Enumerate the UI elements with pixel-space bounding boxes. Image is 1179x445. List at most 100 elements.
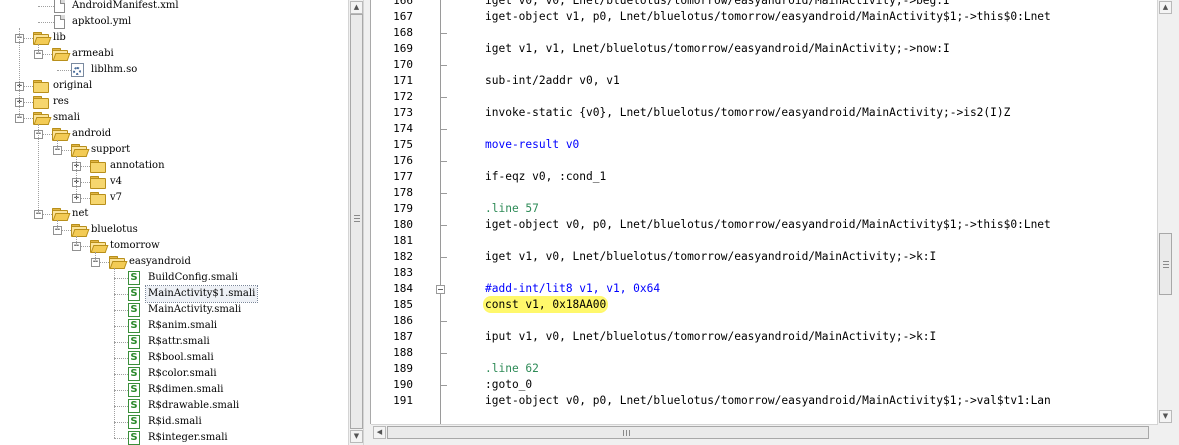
tree-node[interactable]: S R$bool.smali xyxy=(0,350,348,366)
tree-node[interactable]: S R$color.smali xyxy=(0,366,348,382)
tree-node-label[interactable]: liblhm.so xyxy=(89,62,139,78)
tree-node-label[interactable]: R$drawable.smali xyxy=(146,398,241,414)
tree-node[interactable]: S R$attr.smali xyxy=(0,334,348,350)
tree-node[interactable]: − bluelotus xyxy=(0,222,348,238)
tree-node[interactable]: − easyandroid xyxy=(0,254,348,270)
tree-node-label[interactable]: smali xyxy=(51,110,82,126)
code-line[interactable]: move-result v0 xyxy=(485,137,579,153)
tree-node-label[interactable]: v7 xyxy=(108,190,124,206)
tree-node-label[interactable]: AndroidManifest.xml xyxy=(70,0,181,14)
tree-node-label[interactable]: apktool.yml xyxy=(70,14,133,30)
tree-node-label[interactable]: lib xyxy=(51,30,68,46)
code-token: iget v0, v0, Lnet/bluelotus/tomorrow/eas… xyxy=(485,0,950,7)
code-line[interactable]: invoke-static {v0}, Lnet/bluelotus/tomor… xyxy=(485,105,1010,121)
code-editor[interactable]: 166 167 168 169 170 171 172 173 174 175 176 177 178 1… xyxy=(370,0,1159,424)
tree-node[interactable]: + original xyxy=(0,78,348,94)
tree-node-label[interactable]: res xyxy=(51,94,71,110)
scroll-down-arrow-icon[interactable]: ▼ xyxy=(350,430,363,443)
editor-scroll-up-icon[interactable]: ▲ xyxy=(1159,1,1172,14)
tree-guide-line xyxy=(95,252,96,262)
tree-node-label[interactable]: support xyxy=(89,142,132,158)
tree-node-label[interactable]: R$attr.smali xyxy=(146,334,212,350)
tree-node[interactable]: − smali xyxy=(0,110,348,126)
code-line[interactable]: sub-int/2addr v0, v1 xyxy=(485,73,620,89)
editor-scroll-thumb[interactable] xyxy=(1159,233,1172,295)
tree-node-label[interactable]: v4 xyxy=(108,174,124,190)
editor-scroll-down-icon[interactable]: ▼ xyxy=(1159,410,1172,423)
tree-node[interactable]: AndroidManifest.xml xyxy=(0,0,348,14)
tree-node[interactable]: − armeabi xyxy=(0,46,348,62)
tree-node[interactable]: + v4 xyxy=(0,174,348,190)
tree-node-label[interactable]: MainActivity.smali xyxy=(146,302,243,318)
editor-hscroll-thumb[interactable] xyxy=(387,426,1149,439)
tree-node-label[interactable]: annotation xyxy=(108,158,167,174)
code-line[interactable]: iput v1, v0, Lnet/bluelotus/tomorrow/eas… xyxy=(485,329,936,345)
tree-node-label[interactable]: android xyxy=(70,126,113,142)
tree-scroll-thumb[interactable] xyxy=(350,14,363,429)
editor-vertical-scrollbar[interactable]: ▲ ▼ xyxy=(1157,0,1172,424)
tree-node[interactable]: − net xyxy=(0,206,348,222)
code-line[interactable]: if-eqz v0, :cond_1 xyxy=(485,169,606,185)
tree-node-label[interactable]: easyandroid xyxy=(127,254,193,270)
code-line[interactable]: iget-object v0, p0, Lnet/bluelotus/tomor… xyxy=(485,393,1051,409)
tree-node[interactable]: S R$anim.smali xyxy=(0,318,348,334)
tree-vertical-scrollbar[interactable]: ▲ ▼ xyxy=(348,0,364,445)
fold-tick xyxy=(440,225,447,226)
fold-tick xyxy=(440,257,447,258)
code-line[interactable]: iget-object v1, p0, Lnet/bluelotus/tomor… xyxy=(485,9,1051,25)
tree-node[interactable]: + v7 xyxy=(0,190,348,206)
code-line[interactable]: iget v1, v0, Lnet/bluelotus/tomorrow/eas… xyxy=(485,249,936,265)
tree-node[interactable]: − lib xyxy=(0,30,348,46)
tree-node[interactable]: S R$integer.smali xyxy=(0,430,348,445)
tree-node-label[interactable]: R$integer.smali xyxy=(146,430,230,445)
tree-node[interactable]: S R$dimen.smali xyxy=(0,382,348,398)
tree-node-label[interactable]: R$anim.smali xyxy=(146,318,219,334)
tree-node[interactable]: − tomorrow xyxy=(0,238,348,254)
tree-node-label[interactable]: R$dimen.smali xyxy=(146,382,225,398)
tree-node-label[interactable]: original xyxy=(51,78,94,94)
tree-node[interactable]: apktool.yml xyxy=(0,14,348,30)
line-number: 175 xyxy=(393,138,413,151)
tree-node-label[interactable]: R$color.smali xyxy=(146,366,219,382)
code-line[interactable]: #add-int/lit8 v1, v1, 0x64 xyxy=(485,281,660,297)
fold-tick xyxy=(440,65,447,66)
line-number-gutter: 166 167 168 169 170 171 172 173 174 175 176 177 178 1… xyxy=(371,0,431,424)
fold-collapse-icon[interactable] xyxy=(436,285,445,294)
scroll-up-arrow-icon[interactable]: ▲ xyxy=(350,1,363,14)
tree-node[interactable]: − support xyxy=(0,142,348,158)
code-line[interactable]: iget-object v0, p0, Lnet/bluelotus/tomor… xyxy=(485,217,1051,233)
tree-node[interactable]: S MainActivity.smali xyxy=(0,302,348,318)
tree-node[interactable]: S R$drawable.smali xyxy=(0,398,348,414)
code-line[interactable]: const v1, 0x18AA00 xyxy=(485,297,607,313)
tree-node-label[interactable]: BuildConfig.smali xyxy=(146,270,240,286)
tree-node[interactable]: − android xyxy=(0,126,348,142)
fold-tick xyxy=(440,385,447,386)
code-line[interactable]: .line 62 xyxy=(485,361,539,377)
tree-connector xyxy=(38,22,54,23)
tree-node-label[interactable]: bluelotus xyxy=(89,222,140,238)
editor-horizontal-scrollbar[interactable]: ◀ xyxy=(371,424,1158,440)
tree-node[interactable]: S MainActivity$1.smali xyxy=(0,285,348,303)
smali-file-icon: S xyxy=(128,319,140,333)
tree-node[interactable]: S R$id.smali xyxy=(0,414,348,430)
code-token: sub-int/2addr v0, v1 xyxy=(485,74,620,87)
code-line[interactable]: :goto_0 xyxy=(485,377,532,393)
code-line[interactable]: .line 57 xyxy=(485,201,539,217)
code-line[interactable]: iget v1, v1, Lnet/bluelotus/tomorrow/eas… xyxy=(485,41,950,57)
tree-node-label[interactable]: tomorrow xyxy=(108,238,162,254)
tree-node-label[interactable]: R$bool.smali xyxy=(146,350,216,366)
tree-node-label[interactable]: armeabi xyxy=(70,46,116,62)
tree-node-label[interactable]: net xyxy=(70,206,90,222)
code-line[interactable]: iget v0, v0, Lnet/bluelotus/tomorrow/eas… xyxy=(485,0,950,9)
line-number: 183 xyxy=(393,266,413,279)
tree-node[interactable]: + res xyxy=(0,94,348,110)
tree-node-label[interactable]: MainActivity$1.smali xyxy=(144,285,259,303)
tree-node[interactable]: + annotation xyxy=(0,158,348,174)
line-number: 168 xyxy=(393,26,413,39)
tree-node[interactable]: S BuildConfig.smali xyxy=(0,270,348,286)
tree-node[interactable]: liblhm.so xyxy=(0,62,348,78)
scroll-left-arrow-icon[interactable]: ◀ xyxy=(373,426,386,439)
tree-node-label[interactable]: R$id.smali xyxy=(146,414,204,430)
smali-file-icon: S xyxy=(128,399,140,413)
project-tree[interactable]: AndroidManifest.xml apktool.yml − lib − armea… xyxy=(0,0,348,445)
